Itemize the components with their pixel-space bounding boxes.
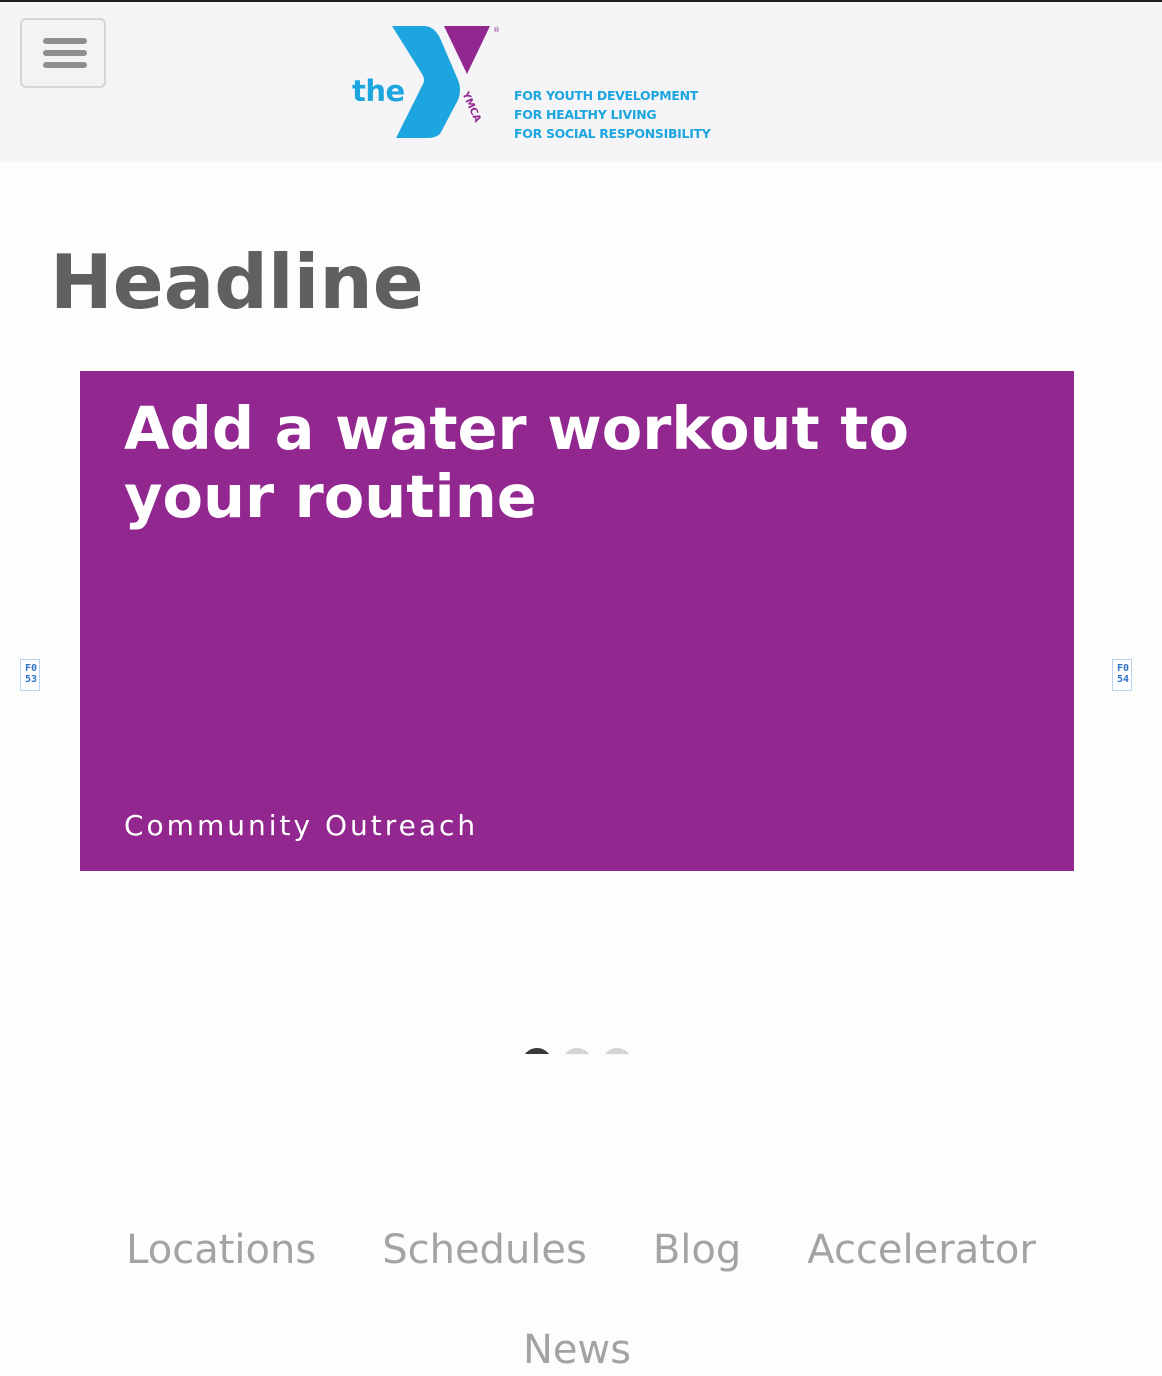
logo-tagline-line-3: FOR SOCIAL RESPONSIBILITY <box>514 126 711 141</box>
ymca-logo[interactable]: the YMCA ® FOR YOUTH DEVELOPMENT FOR HEA… <box>340 20 720 150</box>
carousel-slide[interactable]: Add a water workout to your routine Comm… <box>80 371 1074 871</box>
logo-registered-mark: ® <box>493 26 500 34</box>
carousel-dot-2[interactable] <box>562 1048 592 1054</box>
footer-nav: Locations Schedules Blog Accelerator News <box>0 1224 1162 1373</box>
footer-link-schedules[interactable]: Schedules <box>382 1224 587 1276</box>
footer-link-locations[interactable]: Locations <box>126 1224 316 1276</box>
logo-ymca-text: YMCA <box>459 89 483 124</box>
page-headline: Headline <box>50 238 424 326</box>
footer-link-blog[interactable]: Blog <box>653 1224 741 1276</box>
logo-tagline-line-2: FOR HEALTHY LIVING <box>514 107 657 122</box>
site-header: the YMCA ® FOR YOUTH DEVELOPMENT FOR HEA… <box>0 2 1162 162</box>
slide-category: Community Outreach <box>124 809 479 842</box>
carousel-prev-button[interactable]: F053 <box>20 659 40 691</box>
menu-toggle-button[interactable] <box>20 18 106 88</box>
chevron-right-icon: F054 <box>1116 663 1130 685</box>
carousel-dot-1[interactable] <box>522 1048 552 1054</box>
carousel-next-button[interactable]: F054 <box>1112 659 1132 691</box>
slide-title: Add a water workout to your routine <box>124 394 910 531</box>
carousel-pagination <box>0 1000 1162 1054</box>
carousel-dot-3[interactable] <box>602 1048 632 1054</box>
ymca-y-icon: YMCA ® <box>392 26 500 138</box>
chevron-left-icon: F053 <box>24 663 38 685</box>
footer-link-news[interactable]: News <box>523 1324 631 1376</box>
footer-link-accelerator[interactable]: Accelerator <box>807 1224 1036 1276</box>
logo-tagline-line-1: FOR YOUTH DEVELOPMENT <box>514 88 698 103</box>
